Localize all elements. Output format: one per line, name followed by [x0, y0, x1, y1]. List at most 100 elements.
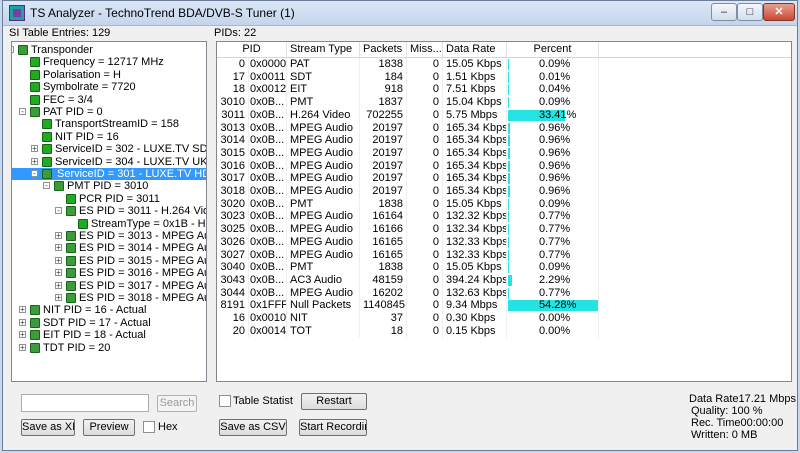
tree-node[interactable]: - ES PID = 3011 - H.264 Video: [12, 205, 206, 217]
table-row[interactable]: 3043 0x0B... AC3 Audio 48159 0 394.24 Kbps 2.2…: [217, 273, 791, 287]
restart-button[interactable]: Restart: [301, 393, 367, 410]
expand-icon[interactable]: +: [19, 306, 26, 314]
collapse-icon[interactable]: -: [31, 170, 38, 178]
minimize-button[interactable]: –: [711, 3, 737, 21]
column-header[interactable]: PID: [217, 42, 287, 57]
tree-node[interactable]: Frequency = 12717 MHz: [12, 56, 206, 68]
pid-decimal-cell: 3044: [217, 286, 249, 300]
tree-node[interactable]: + ES PID = 3014 - MPEG Audio: [12, 242, 206, 254]
close-button[interactable]: ✕: [763, 3, 795, 21]
title-bar[interactable]: TS Analyzer - TechnoTrend BDA/DVB-S Tune…: [3, 1, 797, 26]
table-row[interactable]: 0 0x0000 PAT 1838 0 15.05 Kbps 0.09%: [217, 58, 791, 71]
table-row[interactable]: 18 0x0012 EIT 918 0 7.51 Kbps 0.04%: [217, 83, 791, 97]
tree-node[interactable]: StreamType = 0x1B - H.264 Vi: [12, 218, 206, 230]
collapse-icon[interactable]: -: [55, 207, 62, 215]
tree-node[interactable]: Symbolrate = 7720: [12, 81, 206, 93]
leaf-node-icon: [42, 144, 52, 155]
data-rate-stat: Data Rate17.21 Mbps: [689, 393, 797, 405]
missing-cell: 0: [407, 273, 443, 287]
expand-icon[interactable]: +: [55, 244, 62, 252]
si-tree-view[interactable]: - TransponderFrequency = 12717 MHzPolaris…: [11, 41, 207, 382]
table-row[interactable]: 3018 0x0B... MPEG Audio 20197 0 165.34 Kbps 0.…: [217, 185, 791, 198]
table-row[interactable]: 8191 0x1FFF Null Packets 1140845 0 9.34 Mbps 5…: [217, 299, 791, 313]
collapse-icon[interactable]: -: [43, 182, 50, 190]
expand-icon[interactable]: +: [55, 281, 62, 289]
tree-node[interactable]: + ServiceID = 304 - LUXE.TV UK HD: [12, 156, 206, 168]
tree-node[interactable]: PCR PID = 3011: [12, 193, 206, 205]
table-row[interactable]: 3027 0x0B... MPEG Audio 16165 0 132.33 Kbps 0.…: [217, 248, 791, 262]
missing-cell: 0: [407, 121, 443, 135]
table-row[interactable]: 3014 0x0B... MPEG Audio 20197 0 165.34 Kbps 0.…: [217, 134, 791, 148]
table-row[interactable]: 3023 0x0B... MPEG Audio 16164 0 132.32 Kbps 0.…: [217, 210, 791, 224]
percent-bar: [508, 224, 510, 236]
table-row[interactable]: 3020 0x0B... PMT 1838 0 15.05 Kbps 0.09%: [217, 197, 791, 211]
tree-node[interactable]: NIT PID = 16: [12, 131, 206, 143]
tree-node[interactable]: FEC = 3/4: [12, 94, 206, 106]
column-header[interactable]: Packets: [360, 42, 407, 57]
search-button[interactable]: Search: [157, 395, 197, 412]
start-recording-button[interactable]: Start Recording: [299, 419, 367, 436]
pid-decimal-cell: 3026: [217, 235, 249, 249]
column-header[interactable]: Miss...: [407, 42, 443, 57]
pid-decimal-cell: 20: [217, 324, 249, 338]
table-row[interactable]: 3016 0x0B... MPEG Audio 20197 0 165.34 Kbps 0.…: [217, 159, 791, 173]
collapse-icon[interactable]: -: [19, 108, 26, 116]
percent-cell: 0.77%: [507, 223, 599, 237]
tree-node[interactable]: + ES PID = 3016 - MPEG Audio: [12, 267, 206, 279]
tree-node[interactable]: + TDT PID = 20: [12, 342, 206, 354]
tree-node[interactable]: Polarisation = H: [12, 69, 206, 81]
expand-icon[interactable]: +: [55, 256, 62, 264]
table-row[interactable]: 3025 0x0B... MPEG Audio 16166 0 132.34 Kbps 0.…: [217, 223, 791, 237]
tree-node[interactable]: + ES PID = 3018 - MPEG Audio: [12, 292, 206, 304]
column-header[interactable]: Data Rate: [443, 42, 507, 57]
tree-node[interactable]: + NIT PID = 16 - Actual: [12, 304, 206, 316]
expand-icon[interactable]: +: [19, 331, 26, 339]
table-row[interactable]: 3015 0x0B... MPEG Audio 20197 0 165.34 Kbps 0.…: [217, 146, 791, 160]
tree-node[interactable]: TransportStreamID = 158: [12, 118, 206, 130]
packets-cell: 1838: [360, 197, 407, 211]
tree-node[interactable]: + ES PID = 3017 - MPEG Audio: [12, 280, 206, 292]
expand-icon[interactable]: +: [55, 294, 62, 302]
pid-decimal-cell: 3023: [217, 210, 249, 224]
column-header[interactable]: Stream Type: [287, 42, 360, 57]
tree-node[interactable]: + SDT PID = 17 - Actual: [12, 317, 206, 329]
table-row[interactable]: 3026 0x0B... MPEG Audio 16165 0 132.33 Kbps 0.…: [217, 235, 791, 249]
tree-node[interactable]: - ServiceID = 301 - LUXE.TV HD: [12, 168, 206, 180]
table-row[interactable]: 20 0x0014 TOT 18 0 0.15 Kbps 0.00%: [217, 324, 791, 338]
table-statistics-checkbox[interactable]: [219, 395, 231, 407]
table-row[interactable]: 16 0x0010 NIT 37 0 0.30 Kbps 0.00%: [217, 312, 791, 325]
expand-icon[interactable]: +: [55, 232, 62, 240]
table-row[interactable]: 3013 0x0B... MPEG Audio 20197 0 165.34 Kbps 0.…: [217, 121, 791, 135]
expand-icon[interactable]: +: [19, 318, 26, 326]
pid-table[interactable]: PID Stream Type Packets Miss... Data Rate Per…: [216, 41, 792, 382]
tree-node[interactable]: + EIT PID = 18 - Actual: [12, 329, 206, 341]
table-row[interactable]: 3011 0x0B... H.264 Video 702255 0 5.75 Mbps 33…: [217, 108, 791, 122]
table-row[interactable]: 3040 0x0B... PMT 1838 0 15.05 Kbps 0.09%: [217, 261, 791, 275]
data-rate-cell: 5.75 Mbps: [443, 108, 507, 122]
expand-icon[interactable]: +: [19, 343, 26, 351]
expand-icon[interactable]: +: [31, 145, 38, 153]
column-header[interactable]: Percent: [507, 42, 599, 57]
hex-checkbox[interactable]: [143, 421, 155, 433]
tree-node[interactable]: - PMT PID = 3010: [12, 180, 206, 192]
search-input[interactable]: [21, 394, 149, 412]
tree-node[interactable]: + ServiceID = 302 - LUXE.TV SD: [12, 143, 206, 155]
pid-hex-cell: 0x0012: [247, 83, 287, 97]
leaf-node-icon: [30, 94, 40, 105]
expand-icon[interactable]: +: [31, 157, 38, 165]
maximize-button[interactable]: □: [737, 3, 763, 21]
table-row[interactable]: 3010 0x0B... PMT 1837 0 15.04 Kbps 0.09%: [217, 96, 791, 110]
save-as-xml-button[interactable]: Save as XML: [21, 419, 75, 436]
tree-node[interactable]: - PAT PID = 0: [12, 106, 206, 118]
save-as-csv-button[interactable]: Save as CSV: [219, 419, 287, 436]
tree-node[interactable]: - Transponder: [12, 44, 206, 56]
preview-button[interactable]: Preview: [83, 419, 135, 436]
tree-node[interactable]: + ES PID = 3013 - MPEG Audio: [12, 230, 206, 242]
data-rate-cell: 165.34 Kbps: [443, 185, 507, 198]
tree-node[interactable]: + ES PID = 3015 - MPEG Audio: [12, 255, 206, 267]
table-row[interactable]: 3017 0x0B... MPEG Audio 20197 0 165.34 Kbps 0.…: [217, 172, 791, 186]
table-row[interactable]: 3044 0x0B... MPEG Audio 16202 0 132.63 Kbps 0.…: [217, 286, 791, 300]
collapse-icon[interactable]: -: [12, 46, 14, 53]
table-row[interactable]: 17 0x0011 SDT 184 0 1.51 Kbps 0.01%: [217, 70, 791, 84]
expand-icon[interactable]: +: [55, 269, 62, 277]
